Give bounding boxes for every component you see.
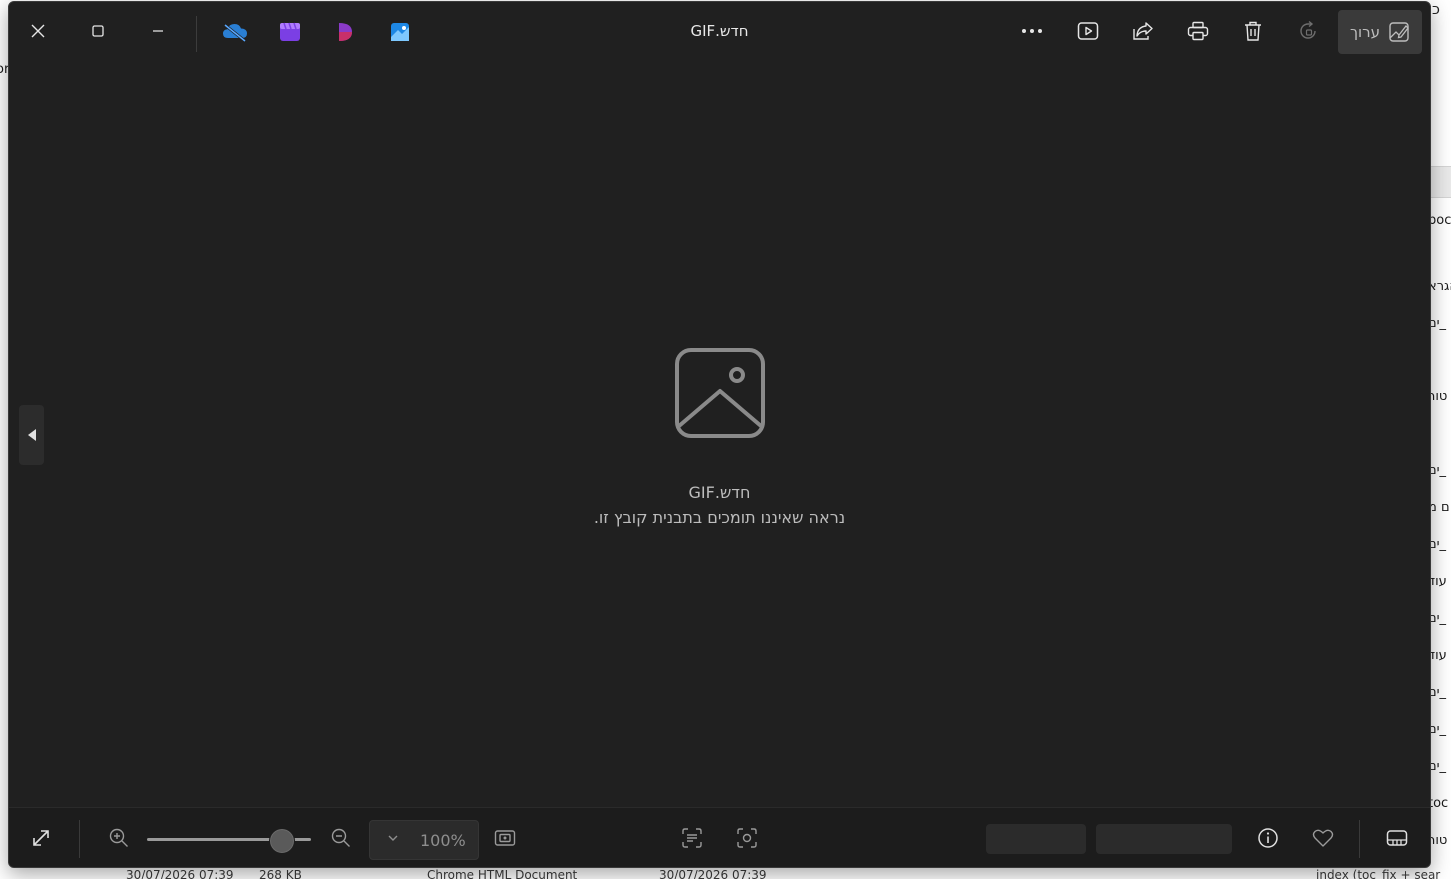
more-options-button[interactable] <box>1014 13 1050 49</box>
background-file-name[interactable]: toc <box>1428 796 1451 811</box>
chevron-left-icon <box>27 429 36 441</box>
edit-button-label: ערוך <box>1350 23 1380 41</box>
actual-size-button[interactable] <box>487 820 523 856</box>
toolbar-separator <box>1359 820 1360 858</box>
share-button[interactable] <box>1125 13 1161 49</box>
unsupported-file-name: חדש.GIF <box>688 483 751 502</box>
background-column-header <box>1428 166 1451 198</box>
placeholder-pill <box>1096 824 1232 854</box>
title-bar[interactable]: חדש.GIF ערוך <box>9 2 1430 60</box>
edit-button[interactable]: ערוך <box>1338 10 1422 54</box>
background-type-cell: Chrome HTML Document <box>427 868 578 879</box>
filmstrip-icon <box>1386 830 1408 846</box>
zoom-slider-thumb[interactable] <box>269 828 296 854</box>
background-date-cell: 30/07/2026 07:39 <box>126 868 234 879</box>
fullscreen-icon <box>33 830 49 846</box>
background-file-name[interactable]: ים_ <box>1428 463 1451 478</box>
background-window-right-edge: כ poc הגרא ים_ טור ים_ ם מ ים_ עוד ים_ ע… <box>1428 0 1451 879</box>
delete-button[interactable] <box>1235 13 1271 49</box>
slideshow-button[interactable] <box>1070 13 1106 49</box>
background-file-name[interactable]: ים_ <box>1428 722 1451 737</box>
actual-size-icon <box>494 830 516 846</box>
window-title: חדש.GIF <box>690 22 749 40</box>
zoom-level-value: 100% <box>420 831 466 850</box>
share-icon <box>1133 22 1153 40</box>
visual-search-button[interactable] <box>729 820 765 856</box>
background-file-name[interactable]: ם מ <box>1428 500 1451 515</box>
rotate-icon <box>1300 20 1316 39</box>
edit-icon <box>1389 22 1409 42</box>
background-file-name[interactable]: ים_ <box>1428 537 1451 552</box>
zoom-in-button[interactable] <box>101 820 137 856</box>
background-file-name[interactable]: עוד <box>1428 648 1451 663</box>
unsupported-format-message: נראה שאיננו תומכים בתבנית קובץ זו. <box>593 508 846 527</box>
background-file-name[interactable]: ים_ <box>1428 316 1451 331</box>
print-button[interactable] <box>1180 13 1216 49</box>
background-size-cell: 268 KB <box>259 868 302 879</box>
background-file-name[interactable]: ים_ <box>1428 611 1451 626</box>
photos-viewer-window: חדש.GIF ערוך חדש.GIF נראה שאיננו תומכים … <box>8 1 1431 868</box>
fullscreen-button[interactable] <box>23 820 59 856</box>
background-file-name[interactable]: poc <box>1428 213 1451 228</box>
visual-search-icon <box>737 828 757 848</box>
background-window-left-edge: or <box>0 0 9 879</box>
toolbar-separator <box>79 820 80 858</box>
background-file-name[interactable]: הגרא <box>1428 279 1451 294</box>
text-recognition-button[interactable] <box>674 820 710 856</box>
zoom-in-icon <box>109 828 128 847</box>
info-icon <box>1258 828 1278 848</box>
placeholder-pill <box>986 824 1086 854</box>
previous-image-button[interactable] <box>19 405 44 465</box>
rotate-button[interactable] <box>1290 13 1326 49</box>
filmstrip-toggle-button[interactable] <box>1379 820 1415 856</box>
zoom-out-icon <box>331 828 350 847</box>
favorite-icon <box>1312 829 1334 847</box>
background-close-icon[interactable]: כ <box>1432 0 1440 18</box>
background-date-cell: 30/07/2026 07:39 <box>659 868 767 879</box>
background-file-name[interactable]: טור <box>1428 833 1451 848</box>
delete-icon <box>1245 21 1261 41</box>
background-file-name[interactable]: ים_ <box>1428 685 1451 700</box>
background-file-name[interactable]: עוד <box>1428 574 1451 589</box>
background-file-name[interactable]: ים_ <box>1428 759 1451 774</box>
more-icon <box>1022 29 1042 33</box>
text-recognition-icon <box>682 828 702 848</box>
print-icon <box>1187 21 1209 41</box>
chevron-down-icon <box>388 835 398 841</box>
info-button[interactable] <box>1250 820 1286 856</box>
zoom-level-dropdown[interactable]: 100% <box>369 820 479 860</box>
favorite-button[interactable] <box>1305 820 1341 856</box>
zoom-out-button[interactable] <box>323 820 359 856</box>
background-name-cell: index (toc_fix + sear <box>1316 868 1441 879</box>
background-file-name[interactable]: טור <box>1428 389 1451 404</box>
bottom-toolbar: 100% <box>9 807 1430 867</box>
slideshow-icon <box>1077 22 1099 40</box>
image-placeholder-icon <box>675 348 765 438</box>
